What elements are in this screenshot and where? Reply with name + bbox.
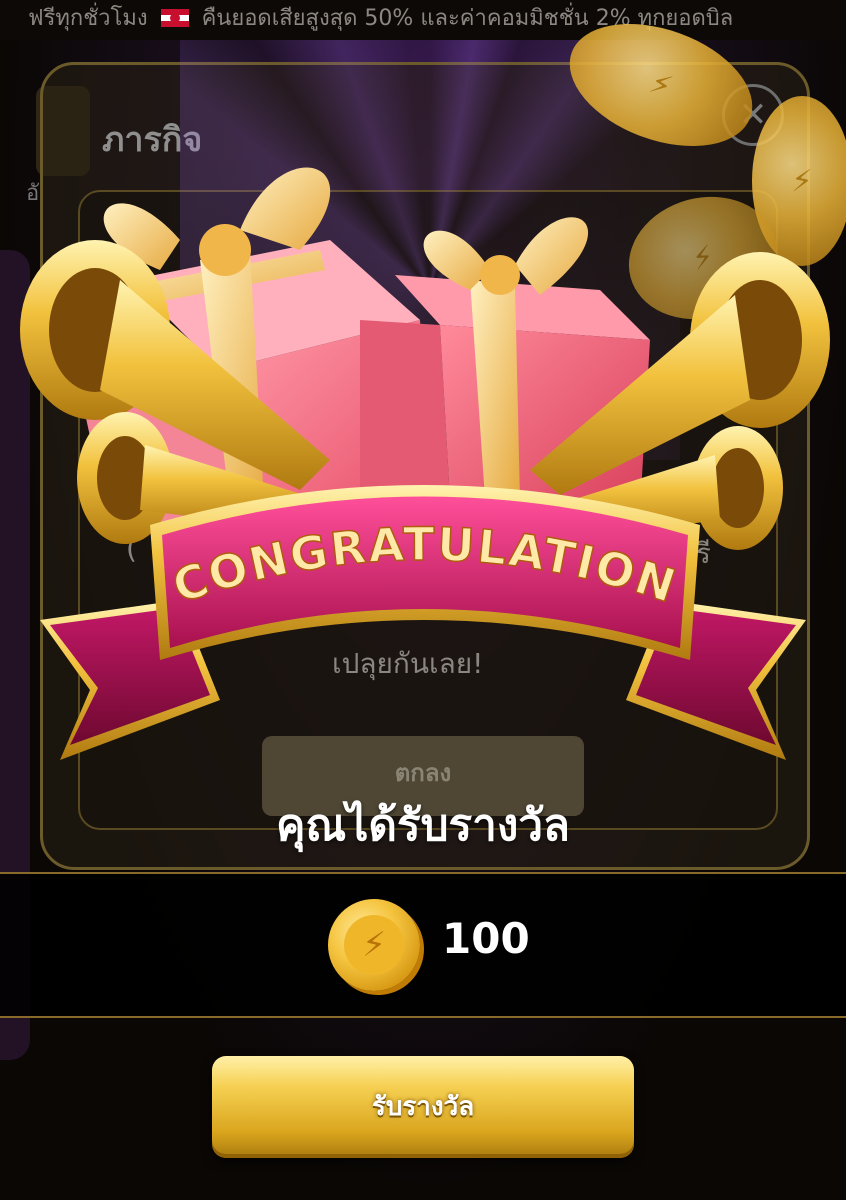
reward-title: คุณได้รับรางวัล <box>275 800 570 851</box>
thai-flag-icon <box>160 9 189 27</box>
congratulation-illustration: CONGRATULATION <box>20 167 830 760</box>
lightning-coin-icon: ⚡ <box>328 899 420 991</box>
reward-amount-band: ⚡ 100 <box>0 872 846 1018</box>
reward-amount: 100 <box>442 914 530 963</box>
claim-reward-button[interactable]: รับรางวัล <box>212 1056 634 1158</box>
reward-popup-screen: ฟรีทุกชั่วโมง คืนยอดเสียสูงสุด 50% และค่… <box>0 0 846 1200</box>
promo-ticker: ฟรีทุกชั่วโมง คืนยอดเสียสูงสุด 50% และค่… <box>0 0 846 40</box>
congratulation-ribbon: CONGRATULATION <box>40 485 806 760</box>
ticker-text-start: ฟรีทุกชั่วโมง <box>28 6 148 31</box>
